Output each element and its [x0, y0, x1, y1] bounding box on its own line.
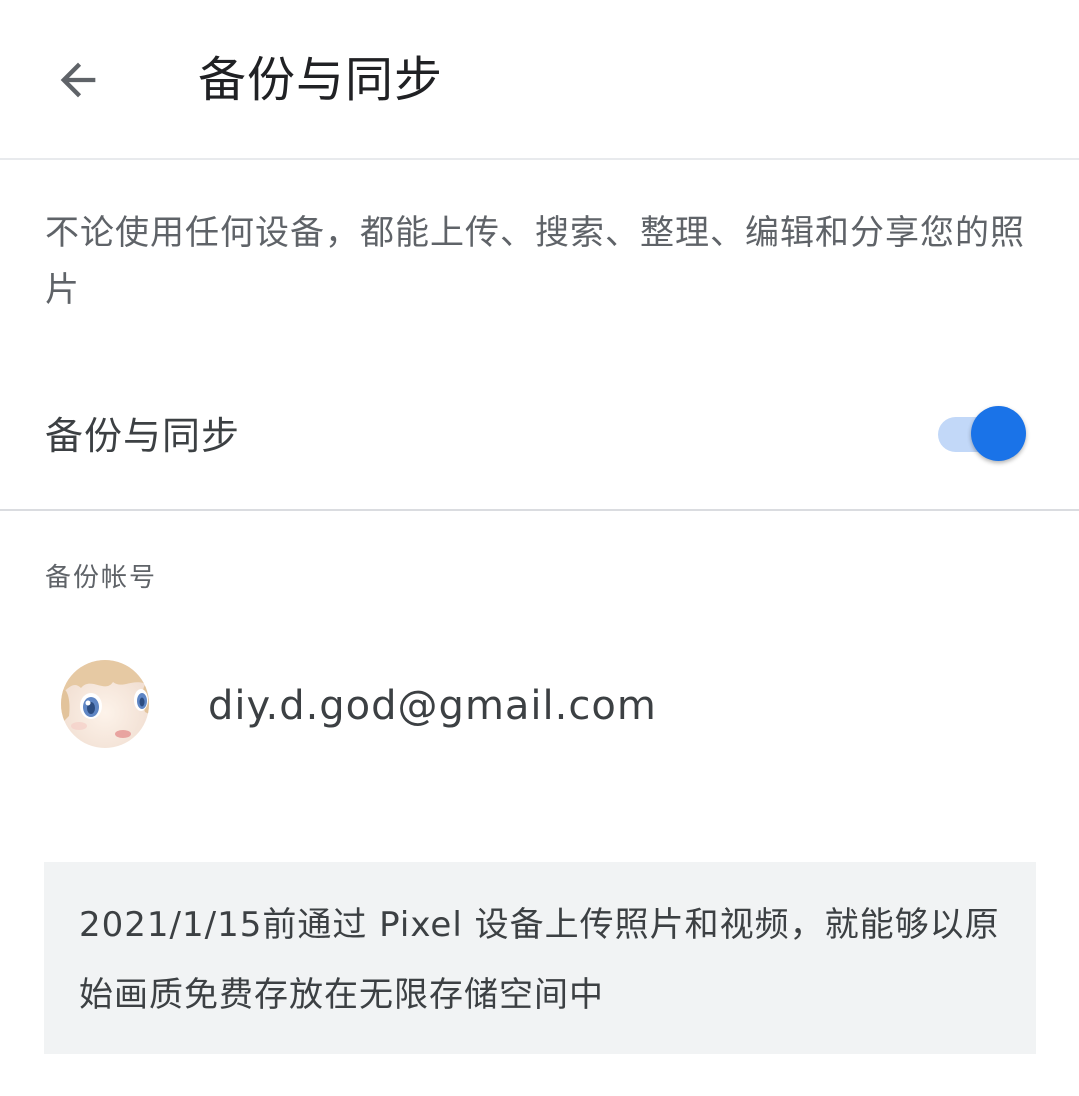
backup-sync-row[interactable]: 备份与同步 [0, 385, 1079, 485]
page-title: 备份与同步 [198, 52, 444, 108]
avatar [61, 660, 149, 748]
arrow-back-icon [60, 62, 96, 98]
back-button[interactable] [40, 42, 116, 118]
backup-account-header: 备份帐号 [45, 563, 158, 593]
app-bar: 备份与同步 [0, 0, 1079, 160]
backup-sync-label: 备份与同步 [45, 414, 241, 458]
account-email: diy.d.god@gmail.com [208, 683, 657, 729]
description-text: 不论使用任何设备，都能上传、搜索、整理、编辑和分享您的照片 [45, 213, 1025, 310]
account-row[interactable]: diy.d.god@gmail.com [0, 648, 1079, 760]
backup-sync-toggle[interactable] [938, 403, 1028, 465]
toggle-thumb [971, 406, 1026, 461]
section-divider [0, 509, 1079, 511]
anime-avatar-icon [61, 660, 149, 748]
info-box: 2021/1/15前通过 Pixel 设备上传照片和视频，就能够以原始画质免费存… [44, 862, 1036, 1054]
info-text: 2021/1/15前通过 Pixel 设备上传照片和视频，就能够以原始画质免费存… [79, 905, 1000, 1015]
